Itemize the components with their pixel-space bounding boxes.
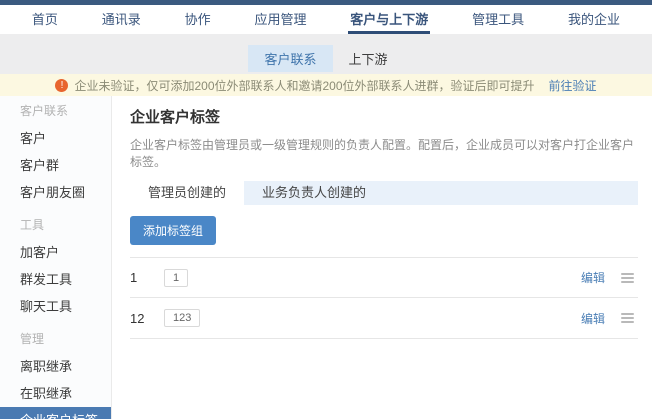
main-content: 企业客户标签 企业客户标签由管理员或一级管理规则的负责人配置。配置后，企业成员可… (112, 96, 652, 419)
nav-item-apps[interactable]: 应用管理 (252, 5, 308, 34)
verification-warning-banner: ! 企业未验证，仅可添加200位外部联系人和邀请200位外部联系人进群，验证后即… (0, 74, 652, 96)
sidebar-section-customer-contact: 客户联系 (0, 98, 111, 125)
warning-icon: ! (55, 79, 68, 92)
warning-text: 企业未验证，仅可添加200位外部联系人和邀请200位外部联系人进群，验证后即可提… (74, 77, 534, 94)
tab-admin-created[interactable]: 管理员创建的 (130, 181, 244, 205)
app-window: 首页 通讯录 协作 应用管理 客户与上下游 管理工具 我的企业 客户联系 上下游… (0, 0, 652, 419)
sidebar-item-customers[interactable]: 客户 (0, 125, 111, 152)
sidebar-item-customer-groups[interactable]: 客户群 (0, 152, 111, 179)
nav-item-admin-tools[interactable]: 管理工具 (470, 5, 526, 34)
go-verify-link[interactable]: 前往验证 (549, 77, 597, 94)
subtab-customer-contact[interactable]: 客户联系 (248, 45, 332, 72)
main-nav: 首页 通讯录 协作 应用管理 客户与上下游 管理工具 我的企业 (0, 5, 652, 34)
subtab-upstream-downstream[interactable]: 上下游 (333, 45, 404, 72)
edit-link[interactable]: 编辑 (581, 269, 605, 286)
nav-item-home[interactable]: 首页 (30, 5, 60, 34)
page-body: 客户联系 客户 客户群 客户朋友圈 工具 加客户 群发工具 聊天工具 管理 离职… (0, 96, 652, 419)
sidebar-item-resign-inherit[interactable]: 离职继承 (0, 353, 111, 380)
sidebar-item-mass-message-tool[interactable]: 群发工具 (0, 266, 111, 293)
nav-item-collaboration[interactable]: 协作 (183, 5, 213, 34)
sidebar-section-tools: 工具 (0, 212, 111, 239)
sidebar-item-customer-moments[interactable]: 客户朋友圈 (0, 179, 111, 206)
tag-group-name: 12 (130, 311, 164, 326)
page-title: 企业客户标签 (130, 106, 638, 127)
edit-link[interactable]: 编辑 (581, 310, 605, 327)
sidebar-item-onjob-inherit[interactable]: 在职继承 (0, 380, 111, 407)
nav-item-contacts[interactable]: 通讯录 (100, 5, 143, 34)
secondary-nav: 客户联系 上下游 (0, 34, 652, 74)
tab-owner-created[interactable]: 业务负责人创建的 (244, 181, 384, 205)
nav-item-my-company[interactable]: 我的企业 (566, 5, 622, 34)
tag-creator-tabs: 管理员创建的 业务负责人创建的 (130, 181, 638, 205)
sidebar: 客户联系 客户 客户群 客户朋友圈 工具 加客户 群发工具 聊天工具 管理 离职… (0, 96, 112, 419)
sidebar-item-enterprise-customer-tags[interactable]: 企业客户标签 (0, 407, 111, 419)
add-tag-group-button[interactable]: 添加标签组 (130, 216, 216, 245)
sidebar-section-management: 管理 (0, 326, 111, 353)
drag-handle-icon[interactable] (621, 311, 634, 325)
tag-chip[interactable]: 1 (164, 269, 188, 287)
tag-group-name: 1 (130, 270, 164, 285)
nav-item-customers[interactable]: 客户与上下游 (348, 5, 430, 34)
sidebar-item-chat-tool[interactable]: 聊天工具 (0, 293, 111, 320)
drag-handle-icon[interactable] (621, 271, 634, 285)
table-row: 12 123 编辑 (130, 298, 638, 339)
table-row: 1 1 编辑 (130, 257, 638, 298)
tag-chip[interactable]: 123 (164, 309, 200, 327)
page-description: 企业客户标签由管理员或一级管理规则的负责人配置。配置后，企业成员可以对客户打企业… (130, 136, 638, 170)
sidebar-item-add-customer[interactable]: 加客户 (0, 239, 111, 266)
tag-group-table: 1 1 编辑 12 123 编辑 (130, 257, 638, 339)
